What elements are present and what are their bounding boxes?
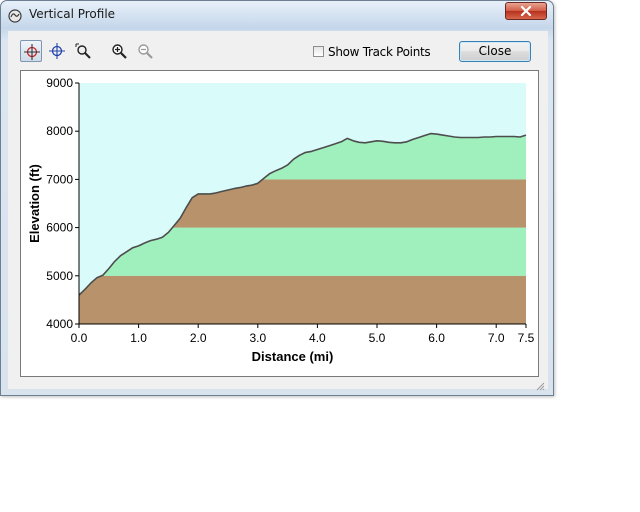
zoom-box-icon [75, 43, 91, 59]
window-close-button[interactable] [505, 2, 547, 20]
show-track-points-label[interactable]: Show Track Points [328, 45, 431, 59]
zoom-box-tool-button[interactable] [72, 40, 94, 62]
resize-grip[interactable] [535, 376, 545, 391]
y-tick-label: 9000 [46, 76, 73, 90]
vertical-profile-window: Vertical Profile Show Track Points Close… [0, 0, 554, 396]
zoom-in-icon [112, 44, 127, 59]
y-tick-label: 4000 [46, 317, 73, 331]
select-point-tool-button[interactable] [20, 40, 42, 62]
x-tick-label: 2.0 [190, 331, 207, 345]
elevation-band-0 [79, 275, 526, 324]
x-tick-label: 1.0 [130, 331, 147, 345]
y-axis-title: Elevation (ft) [27, 164, 42, 243]
x-axis-title: Distance (mi) [252, 349, 334, 364]
zoom-out-icon [138, 44, 153, 59]
x-tick-label: 3.0 [249, 331, 266, 345]
close-button[interactable]: Close [459, 41, 531, 62]
x-tick-label: 4.0 [309, 331, 326, 345]
window-title: Vertical Profile [29, 7, 116, 21]
zoom-in-button[interactable] [108, 40, 130, 62]
elevation-profile-chart[interactable]: 4000 5000 6000 7000 8000 9000 0.0 1.0 2.0 3.0 4.0 5… [21, 71, 538, 376]
y-tick-label: 7000 [46, 172, 73, 186]
zoom-out-button[interactable] [134, 40, 156, 62]
x-tick-label: 7.0 [488, 331, 505, 345]
elevation-chart-frame: 4000 5000 6000 7000 8000 9000 0.0 1.0 2.0 3.0 4.0 5… [20, 70, 539, 377]
y-tick-label: 8000 [46, 124, 73, 138]
crosshair-icon [49, 43, 65, 59]
resize-grip-icon [536, 382, 545, 391]
y-tick-label: 5000 [46, 269, 73, 283]
crosshair-tool-button[interactable] [46, 40, 68, 62]
dialog-client-area: Show Track Points Close 4000 5000 6000 7000… [8, 31, 548, 391]
x-tick-label: 7.5 [518, 331, 535, 345]
y-tick-label: 6000 [46, 221, 73, 235]
show-track-points-checkbox[interactable] [313, 46, 324, 57]
app-icon [8, 8, 22, 23]
title-bar[interactable]: Vertical Profile [1, 1, 553, 29]
x-tick-label: 0.0 [71, 331, 88, 345]
close-icon [520, 6, 532, 16]
select-point-icon [24, 44, 40, 60]
x-tick-label: 6.0 [428, 331, 445, 345]
x-tick-label: 5.0 [369, 331, 386, 345]
